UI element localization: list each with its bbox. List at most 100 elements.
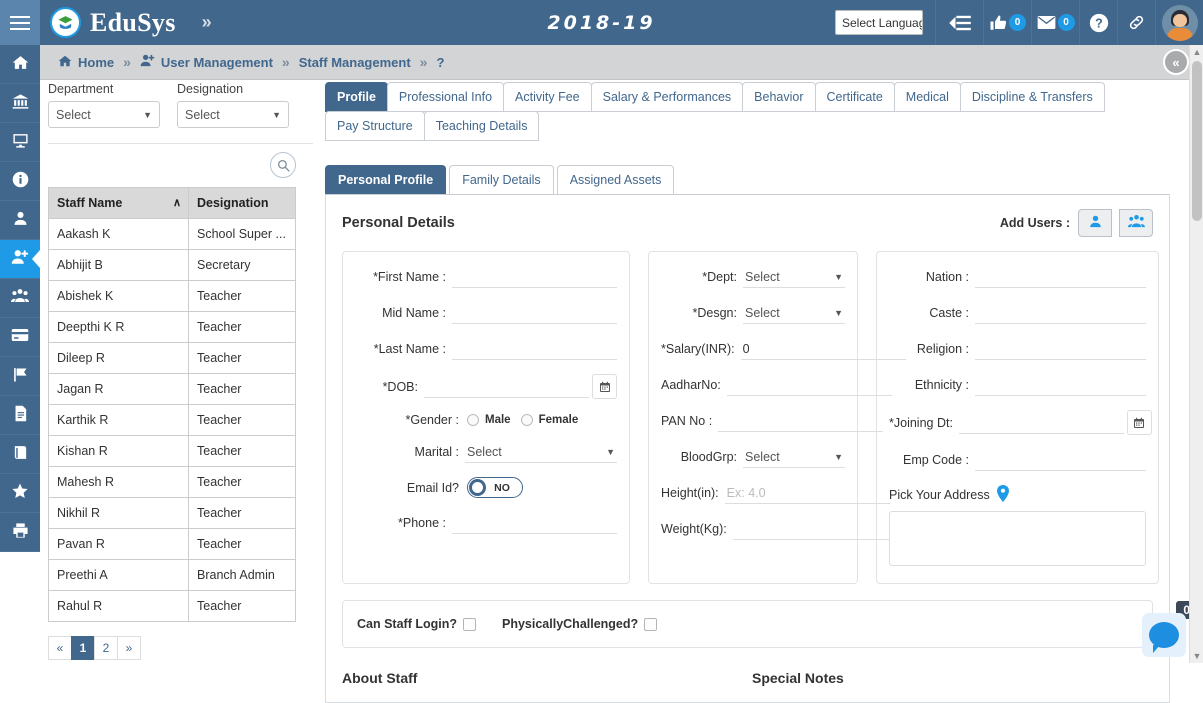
sidebar-item-library[interactable] xyxy=(0,435,40,474)
tab-pay-structure[interactable]: Pay Structure xyxy=(325,111,425,141)
sidebar-item-dashboard[interactable] xyxy=(0,123,40,162)
marital-select[interactable]: Select ▼ xyxy=(465,441,617,463)
link-icon[interactable] xyxy=(1117,0,1155,45)
sidebar-item-user-management[interactable] xyxy=(0,240,40,279)
sidebar-item-payments[interactable] xyxy=(0,318,40,357)
language-selector[interactable]: Select Languag ▼ xyxy=(835,10,923,35)
can-staff-login-checkbox[interactable] xyxy=(463,617,476,631)
calendar-icon[interactable] xyxy=(1126,410,1152,435)
ethnicity-input[interactable] xyxy=(975,374,1146,396)
brand-logo[interactable]: EduSys xyxy=(40,7,176,38)
pagination-page-1[interactable]: 1 xyxy=(71,636,95,660)
add-group-users-button[interactable] xyxy=(1119,209,1153,237)
chat-widget-button[interactable] xyxy=(1142,613,1186,657)
table-row[interactable]: Rahul R Teacher xyxy=(48,590,296,622)
nation-input[interactable] xyxy=(975,266,1146,288)
thumbs-up-icon[interactable]: 0 xyxy=(983,0,1031,45)
religion-row: Religion : xyxy=(889,338,1146,360)
tab-assigned-assets[interactable]: Assigned Assets xyxy=(556,165,675,194)
tab-personal-profile[interactable]: Personal Profile xyxy=(325,165,447,194)
aadhar-input[interactable] xyxy=(726,374,892,396)
table-row[interactable]: Kishan R Teacher xyxy=(48,435,296,467)
table-row[interactable]: Dileep R Teacher xyxy=(48,342,296,374)
sidebar-item-user[interactable] xyxy=(0,201,40,240)
avatar[interactable] xyxy=(1155,0,1203,45)
column-header-designation[interactable]: Designation xyxy=(188,187,296,219)
first-name-input[interactable] xyxy=(452,266,617,288)
tab-family-details[interactable]: Family Details xyxy=(449,165,554,194)
tab-teaching-details[interactable]: Teaching Details xyxy=(423,111,540,141)
gender-radio-male[interactable] xyxy=(467,414,479,426)
table-row[interactable]: Karthik R Teacher xyxy=(48,404,296,436)
pagination-page-2[interactable]: 2 xyxy=(94,636,118,660)
help-icon[interactable]: ? xyxy=(1079,0,1117,45)
sidebar-item-favorites[interactable] xyxy=(0,474,40,513)
table-row[interactable]: Jagan R Teacher xyxy=(48,373,296,405)
desgn-select[interactable]: Select ▼ xyxy=(743,302,845,324)
weight-input[interactable] xyxy=(732,518,898,540)
chevron-double-right-icon[interactable]: » xyxy=(202,12,212,33)
height-input[interactable] xyxy=(724,482,890,504)
sidebar-item-home[interactable] xyxy=(0,45,40,84)
tab-profile[interactable]: Profile xyxy=(325,82,388,112)
table-row[interactable]: Nikhil R Teacher xyxy=(48,497,296,529)
department-select[interactable]: Select ▼ xyxy=(48,101,160,128)
gender-radio-female[interactable] xyxy=(520,414,533,426)
pan-input[interactable] xyxy=(718,410,884,432)
tab-discipline-transfers[interactable]: Discipline & Transfers xyxy=(959,82,1105,112)
calendar-icon[interactable] xyxy=(592,374,617,399)
search-icon[interactable] xyxy=(270,152,296,178)
tab-medical[interactable]: Medical xyxy=(893,82,961,112)
emp-code-input[interactable] xyxy=(975,449,1146,471)
table-row[interactable]: Abhijit B Secretary xyxy=(48,249,296,281)
last-name-input[interactable] xyxy=(452,338,617,360)
breadcrumb-item-staff-management[interactable]: Staff Management xyxy=(299,55,411,70)
envelope-icon[interactable]: 0 xyxy=(1031,0,1079,45)
phone-input[interactable] xyxy=(452,512,617,534)
table-row[interactable]: Abishek K Teacher xyxy=(48,280,296,312)
column-header-staff-name[interactable]: Staff Name ∧ xyxy=(48,187,189,219)
caste-input[interactable] xyxy=(975,302,1146,324)
sidebar-item-print[interactable] xyxy=(0,513,40,552)
tab-certificate[interactable]: Certificate xyxy=(814,82,895,112)
pagination-last[interactable]: » xyxy=(117,636,141,660)
sidebar-item-documents[interactable] xyxy=(0,396,40,435)
tab-behavior[interactable]: Behavior xyxy=(742,82,816,112)
collapse-panel-button[interactable]: « xyxy=(1163,49,1189,75)
add-single-user-button[interactable] xyxy=(1078,209,1112,237)
bloodgrp-select[interactable]: Select ▼ xyxy=(743,446,845,468)
scrollbar-thumb[interactable] xyxy=(1192,61,1202,221)
scroll-down-arrow[interactable]: ▼ xyxy=(1190,649,1203,663)
pagination-first[interactable]: « xyxy=(48,636,72,660)
table-row[interactable]: Deepthi K R Teacher xyxy=(48,311,296,343)
physically-challenged-checkbox[interactable] xyxy=(644,617,658,631)
dob-input[interactable] xyxy=(424,375,589,398)
breadcrumb-item-home[interactable]: Home xyxy=(58,54,114,71)
dept-select[interactable]: Select ▼ xyxy=(743,266,845,288)
table-row[interactable]: Preethi A Branch Admin xyxy=(48,559,296,591)
tab-professional-info[interactable]: Professional Info xyxy=(386,82,505,112)
breadcrumb-item-user-management[interactable]: User Management xyxy=(140,53,273,71)
page-scrollbar[interactable]: ▲ ▼ xyxy=(1189,45,1203,663)
sidebar-item-groups[interactable] xyxy=(0,279,40,318)
mid-name-input[interactable] xyxy=(452,302,617,324)
sidebar-item-information[interactable] xyxy=(0,162,40,201)
tab-activity-fee[interactable]: Activity Fee xyxy=(503,82,592,112)
map-pin-icon[interactable] xyxy=(996,485,1010,505)
religion-input[interactable] xyxy=(975,338,1146,360)
scroll-up-arrow[interactable]: ▲ xyxy=(1190,45,1203,59)
hamburger-menu-icon[interactable] xyxy=(0,0,40,45)
sidebar-item-reports-flag[interactable] xyxy=(0,357,40,396)
email-id-toggle[interactable]: NO xyxy=(467,477,523,498)
breadcrumb-help-link[interactable]: ? xyxy=(436,55,444,70)
address-textarea[interactable] xyxy=(889,511,1146,566)
table-row[interactable]: Mahesh R Teacher xyxy=(48,466,296,498)
table-row[interactable]: Pavan R Teacher xyxy=(48,528,296,560)
sidebar-item-institution[interactable] xyxy=(0,84,40,123)
tab-salary-performances[interactable]: Salary & Performances xyxy=(590,82,744,112)
table-row[interactable]: Aakash K School Super ... xyxy=(48,218,296,250)
joining-date-input[interactable] xyxy=(958,411,1124,434)
cell-designation: Teacher xyxy=(188,435,296,467)
list-menu-icon[interactable] xyxy=(935,0,983,45)
designation-select[interactable]: Select ▼ xyxy=(177,101,289,128)
